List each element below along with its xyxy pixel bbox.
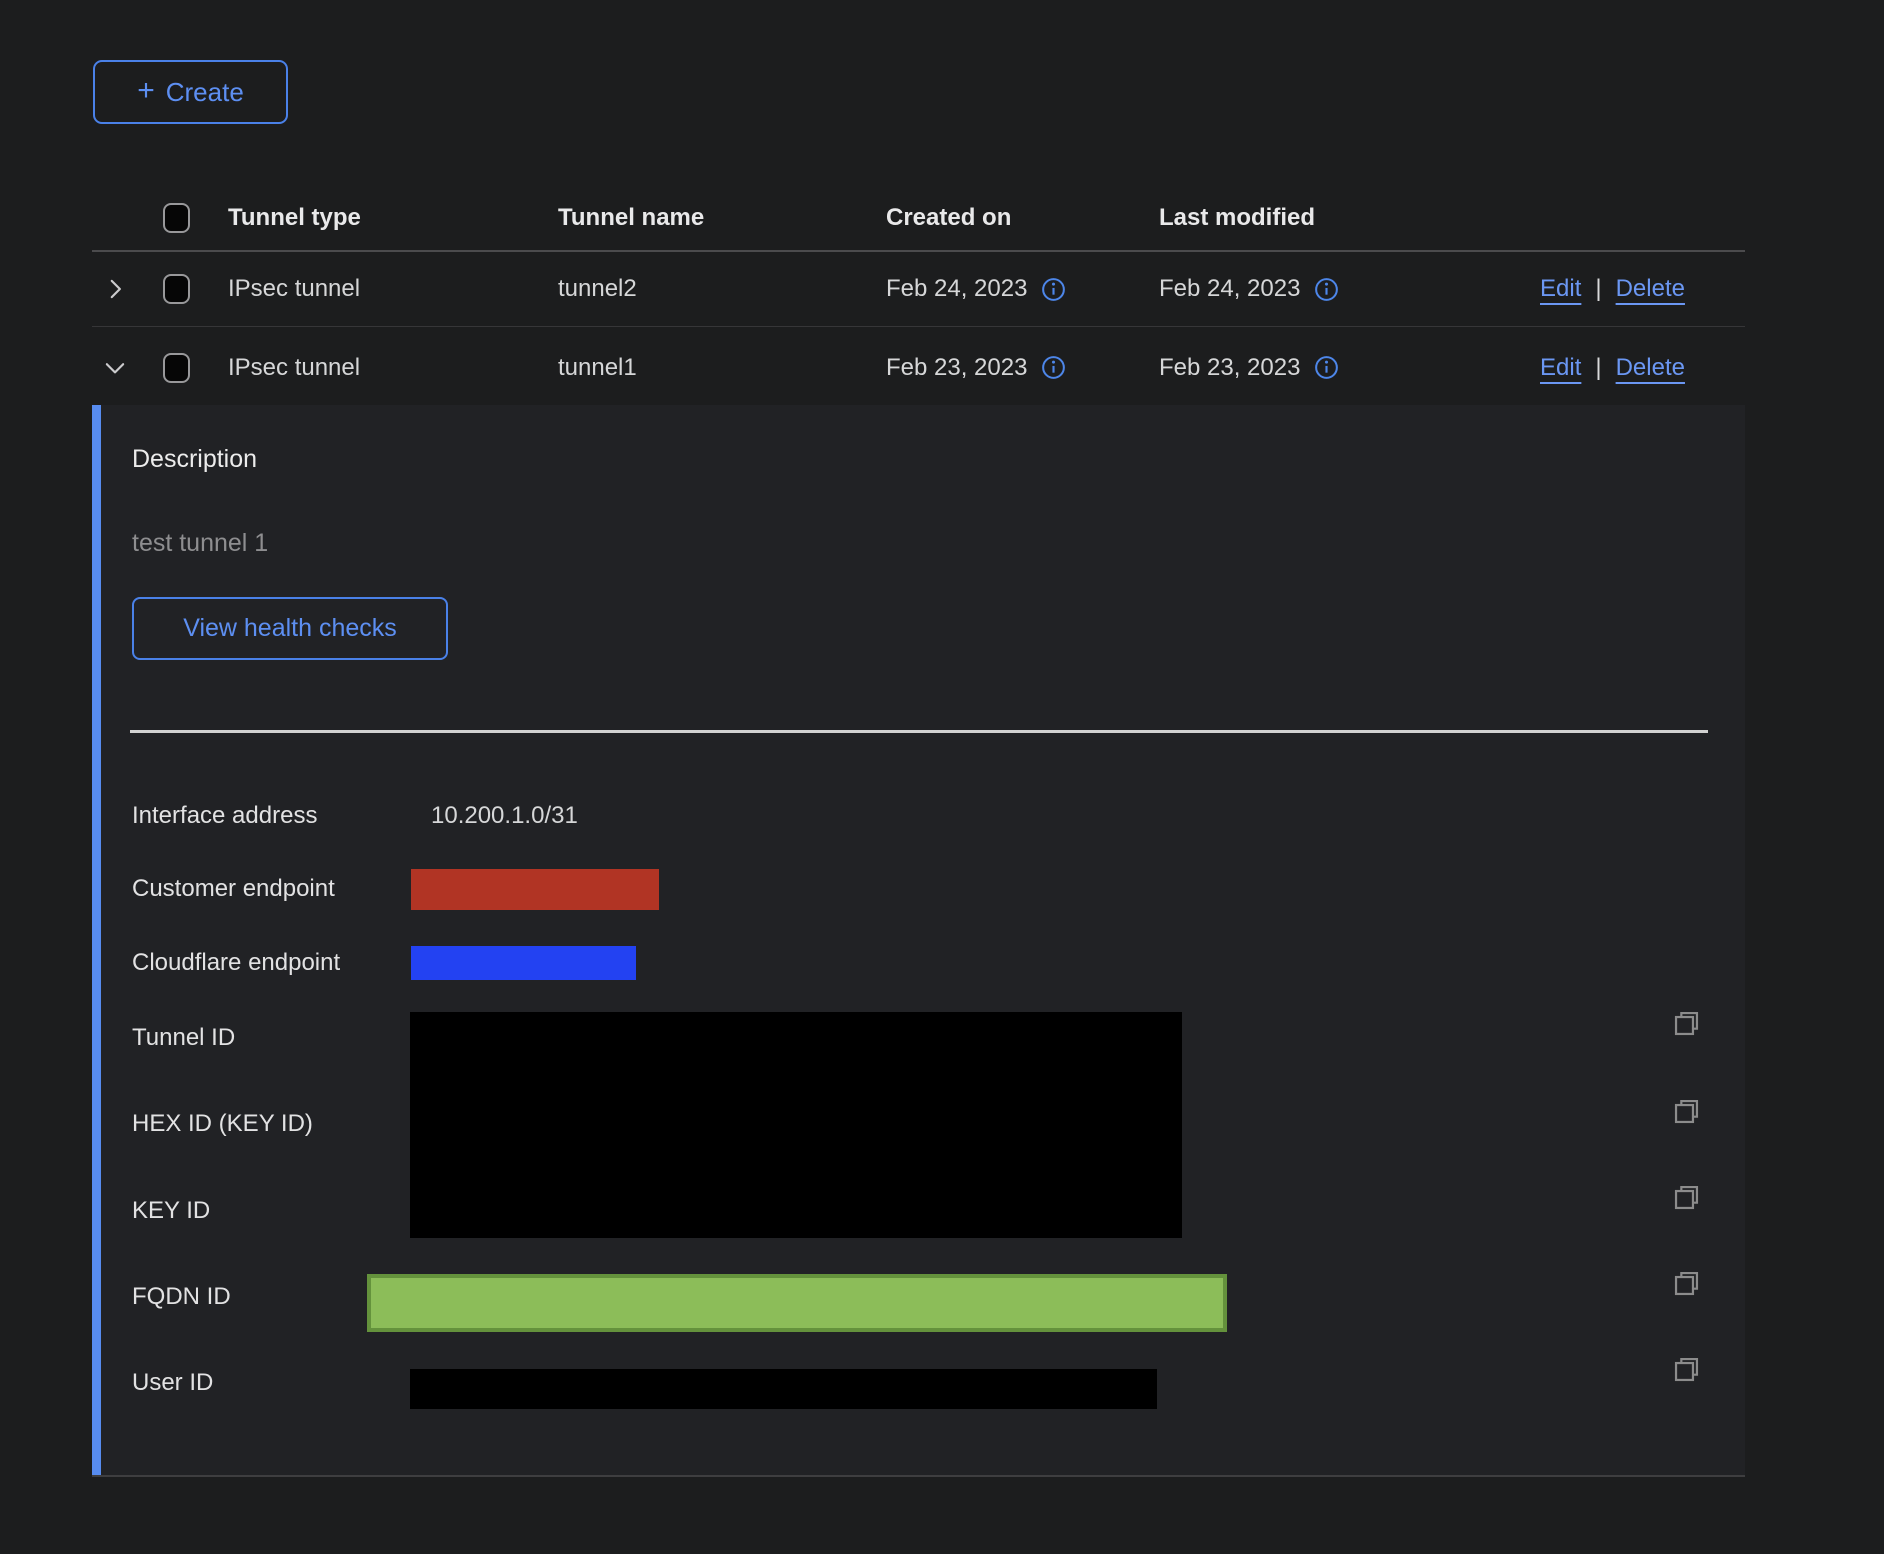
ids-redacted-value [410,1012,1182,1238]
customer-endpoint-redacted-value [411,869,659,910]
view-health-checks-button[interactable]: View health checks [132,597,448,660]
last-modified-info-button[interactable] [1313,276,1340,303]
edit-link[interactable]: Edit [1540,275,1581,303]
customer-endpoint-label: Customer endpoint [132,875,335,903]
tunnels-table: Tunnel type Tunnel name Created on Last … [92,170,1745,408]
table-row: IPsec tunnel tunnel2 Feb 24, 2023 Feb 24… [92,252,1745,327]
description-label: Description [132,445,257,474]
section-divider [130,730,1708,733]
action-separator: | [1595,354,1601,382]
fqdn-id-redacted-value [367,1274,1227,1332]
header-tunnel-type: Tunnel type [228,204,361,232]
expand-row-button[interactable] [100,274,130,304]
fqdn-id-label: FQDN ID [132,1283,231,1311]
copy-icon [1671,1268,1702,1299]
key-id-label: KEY ID [132,1197,210,1225]
last-modified-cell: Feb 24, 2023 [1159,275,1300,303]
interface-address-label: Interface address [132,802,317,830]
create-button[interactable]: + Create [93,60,288,124]
chevron-down-icon [102,355,128,381]
hex-id-label: HEX ID (KEY ID) [132,1110,313,1138]
copy-icon [1671,1182,1702,1213]
info-circle-icon [1313,276,1340,303]
chevron-right-icon [102,276,128,302]
header-last-modified: Last modified [1159,204,1315,232]
tunnel-name-cell: tunnel1 [558,354,637,382]
tunnel-type-cell: IPsec tunnel [228,354,360,382]
copy-hex-id-button[interactable] [1668,1093,1704,1129]
description-value: test tunnel 1 [132,529,268,558]
copy-icon [1671,1096,1702,1127]
row-checkbox[interactable] [163,274,190,304]
copy-fqdn-id-button[interactable] [1668,1265,1704,1301]
header-tunnel-name: Tunnel name [558,204,704,232]
create-button-label: Create [166,77,244,108]
cloudflare-endpoint-label: Cloudflare endpoint [132,949,340,977]
user-id-label: User ID [132,1369,213,1397]
info-circle-icon [1040,354,1067,381]
copy-icon [1671,1354,1702,1385]
created-on-info-button[interactable] [1040,276,1067,303]
tunnel-id-label: Tunnel ID [132,1024,235,1052]
select-all-checkbox-cell [163,203,190,233]
cloudflare-endpoint-redacted-value [411,946,636,980]
copy-key-id-button[interactable] [1668,1179,1704,1215]
last-modified-cell: Feb 23, 2023 [1159,354,1300,382]
plus-icon: + [137,76,155,106]
copy-icon [1671,1008,1702,1039]
info-circle-icon [1040,276,1067,303]
action-separator: | [1595,275,1601,303]
edit-link[interactable]: Edit [1540,354,1581,382]
copy-user-id-button[interactable] [1668,1351,1704,1387]
row-checkbox[interactable] [163,353,190,383]
table-row: IPsec tunnel tunnel1 Feb 23, 2023 Feb 23… [92,327,1745,408]
expanded-row-accent-bar [92,405,101,1475]
info-circle-icon [1313,354,1340,381]
delete-link[interactable]: Delete [1616,275,1685,303]
tunnel-name-cell: tunnel2 [558,275,637,303]
table-header-row: Tunnel type Tunnel name Created on Last … [92,170,1745,252]
select-all-checkbox[interactable] [163,203,190,233]
tunnels-page: + Create Tunnel type Tunnel name Created… [0,0,1884,1554]
interface-address-value: 10.200.1.0/31 [431,802,578,830]
created-on-cell: Feb 23, 2023 [886,354,1027,382]
copy-tunnel-id-button[interactable] [1668,1005,1704,1041]
header-created-on: Created on [886,204,1011,232]
created-on-cell: Feb 24, 2023 [886,275,1027,303]
delete-link[interactable]: Delete [1616,354,1685,382]
user-id-redacted-value [410,1369,1157,1409]
collapse-row-button[interactable] [100,353,130,383]
last-modified-info-button[interactable] [1313,354,1340,381]
created-on-info-button[interactable] [1040,354,1067,381]
tunnel-detail-panel: Description test tunnel 1 View health ch… [92,405,1745,1477]
tunnel-type-cell: IPsec tunnel [228,275,360,303]
